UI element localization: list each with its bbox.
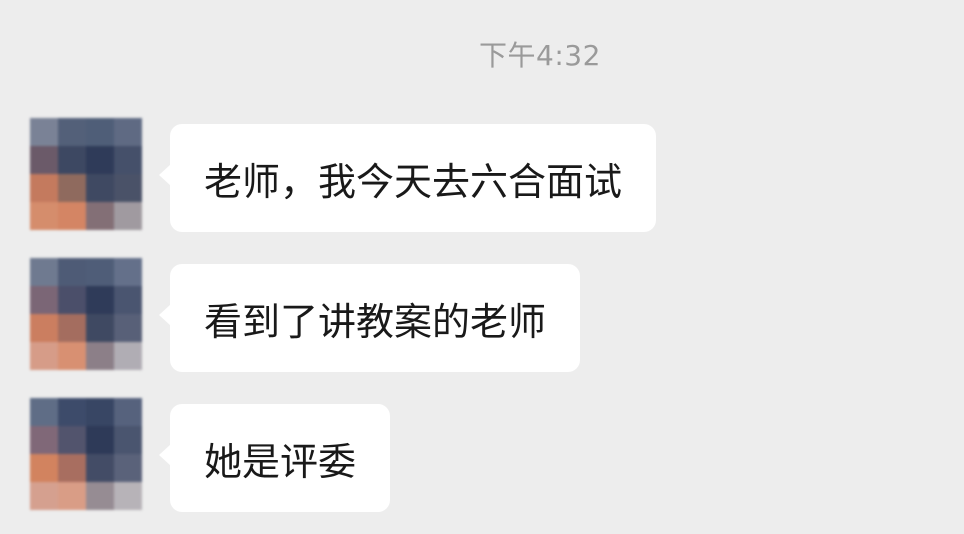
pixelated-avatar-icon[interactable]	[30, 118, 142, 230]
message-bubble[interactable]: 她是评委	[158, 404, 391, 512]
chat-window: 下午4:32 老师，我今天去六合面试 看到了讲教案的老师 她是评委	[0, 0, 964, 534]
message-timestamp: 下午4:32	[479, 39, 601, 72]
pixelated-avatar-icon[interactable]	[30, 398, 142, 510]
pixelated-avatar-icon[interactable]	[30, 258, 142, 370]
message-bubble[interactable]: 看到了讲教案的老师	[158, 264, 581, 372]
message-bubble[interactable]: 老师，我今天去六合面试	[158, 124, 657, 232]
